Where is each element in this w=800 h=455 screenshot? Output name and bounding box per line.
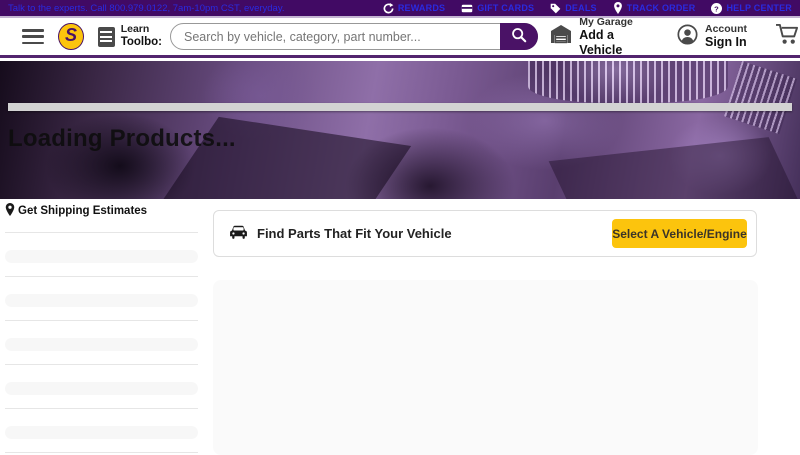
search-bar [170,23,538,50]
deals-label: DEALS [565,3,597,13]
shipping-estimates-link[interactable]: Get Shipping Estimates [5,203,198,219]
products-loading-skeleton [213,280,758,455]
vehicle-finder-card: Find Parts That Fit Your Vehicle Select … [213,210,757,257]
hamburger-menu-icon[interactable] [22,29,44,44]
car-icon [229,225,248,243]
cart-icon [775,32,800,49]
account-sign-in-link[interactable]: Account Sign In [677,23,747,49]
select-vehicle-engine-button[interactable]: Select A Vehicle/Engine [612,219,747,248]
my-garage-link[interactable]: My Garage Add a Vehicle [550,16,653,57]
learn-label-line1: Learn [121,24,162,36]
learn-label-line2: Toolbo: [121,36,162,49]
top-bar-links: REWARDS GIFT CARDS DEALS TRACK ORDER ? H… [383,2,792,14]
svg-text:?: ? [715,4,720,13]
learn-toolbox-link[interactable]: Learn Toolbo: [98,24,162,48]
vehicle-finder-label-group: Find Parts That Fit Your Vehicle [229,225,452,243]
gift-cards-label: GIFT CARDS [477,3,534,13]
engine-shadow-decoration [549,137,800,199]
speedway-logo[interactable]: S [58,23,83,50]
help-center-link[interactable]: ? HELP CENTER [711,3,792,14]
support-phone-message[interactable]: Talk to the experts. Call 800.979.0122, … [8,3,285,14]
hero-banner: Loading Products... [0,61,800,199]
help-circle-icon: ? [711,3,722,14]
skeleton-row [5,250,198,277]
tag-icon [550,3,561,14]
garage-icon [550,24,572,49]
filters-sidebar: Get Shipping Estimates [5,203,198,453]
track-order-link[interactable]: TRACK ORDER [613,2,696,14]
search-button[interactable] [500,23,538,50]
toolbox-list-icon [98,27,115,47]
location-pin-icon [613,2,623,14]
cart-button[interactable] [775,23,800,50]
deals-link[interactable]: DEALS [550,3,597,14]
top-bar: Talk to the experts. Call 800.979.0122, … [0,0,800,18]
main-header: S Learn Toolbo: My Garage Add a Vehicle [0,18,800,58]
skeleton-row [5,294,198,321]
skeleton-row [5,382,198,409]
engine-fins-decoration [528,61,728,103]
gift-card-icon [461,3,473,14]
rewards-link[interactable]: REWARDS [383,3,445,14]
divider [5,232,198,233]
account-icon [677,24,698,50]
my-garage-label: My Garage [579,16,653,28]
skeleton-row [5,426,198,453]
track-order-label: TRACK ORDER [627,3,696,13]
sign-in-label: Sign In [705,35,747,49]
location-pin-icon [5,203,15,219]
vehicle-finder-label: Find Parts That Fit Your Vehicle [257,226,452,241]
engine-fins-decoration [724,61,797,134]
loading-progress-bar [8,103,792,111]
rewards-icon [383,3,394,14]
loading-products-text: Loading Products... [8,125,236,153]
shipping-estimates-label: Get Shipping Estimates [18,205,147,217]
account-label: Account [705,23,747,35]
help-center-label: HELP CENTER [726,3,792,13]
search-icon [511,27,527,46]
search-input[interactable] [170,23,538,50]
gift-cards-link[interactable]: GIFT CARDS [461,3,534,14]
rewards-label: REWARDS [398,3,445,13]
skeleton-row [5,338,198,365]
page: Talk to the experts. Call 800.979.0122, … [0,0,800,450]
add-vehicle-label: Add a Vehicle [579,28,653,57]
